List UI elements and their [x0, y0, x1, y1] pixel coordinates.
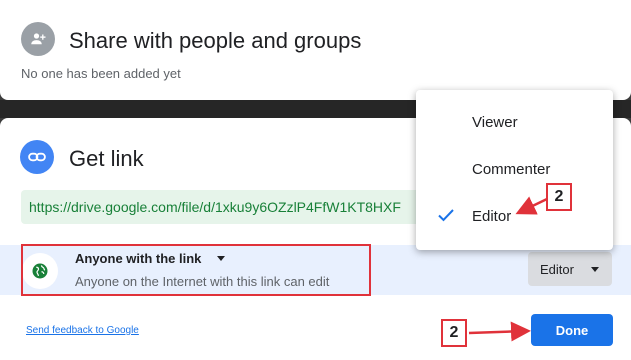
person-add-icon: [21, 22, 55, 56]
menu-item-editor[interactable]: Editor: [472, 208, 511, 225]
role-dropdown-label: Editor: [540, 262, 574, 277]
menu-item-viewer[interactable]: Viewer: [472, 114, 518, 131]
share-people-card: Share with people and groups No one has …: [0, 0, 631, 100]
role-dropdown-button[interactable]: Editor: [528, 252, 612, 286]
step-number-badge: 2: [546, 183, 572, 211]
link-url-text: https://drive.google.com/file/d/1xku9y6O…: [29, 199, 401, 215]
share-title: Share with people and groups: [69, 28, 362, 53]
checkmark-icon: [437, 207, 455, 228]
no-one-added-text: No one has been added yet: [21, 66, 181, 81]
link-url-field[interactable]: https://drive.google.com/file/d/1xku9y6O…: [21, 190, 451, 224]
menu-item-commenter[interactable]: Commenter: [472, 161, 550, 178]
done-button[interactable]: Done: [531, 314, 613, 346]
chevron-down-icon: [591, 267, 599, 272]
highlight-box: [21, 244, 371, 296]
step-number-badge: 2: [441, 319, 467, 347]
get-link-title: Get link: [69, 146, 144, 171]
link-icon: [20, 140, 54, 174]
send-feedback-link[interactable]: Send feedback to Google: [26, 325, 139, 336]
